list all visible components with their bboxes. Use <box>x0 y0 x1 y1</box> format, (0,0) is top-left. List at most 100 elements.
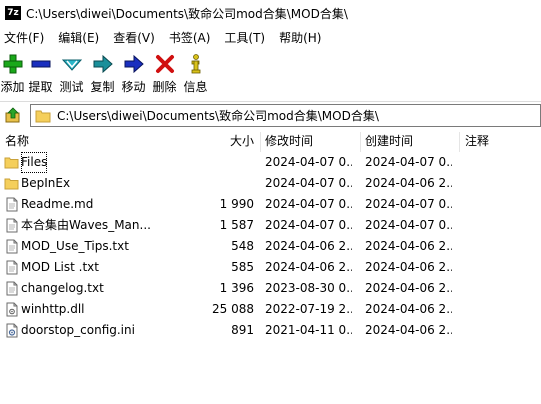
column-comment-header[interactable]: 注释 <box>465 130 489 152</box>
file-name: BepInEx <box>21 176 71 190</box>
column-header-row: 名称 大小 修改时间 创建时间 注释 <box>0 130 541 152</box>
file-modified: 2022-07-19 2... <box>265 302 352 316</box>
extract-button[interactable]: 提取 <box>25 50 56 95</box>
move-button[interactable]: 移动 <box>118 50 149 95</box>
file-created: 2024-04-06 2... <box>365 260 452 274</box>
file-modified: 2024-04-07 0... <box>265 218 352 232</box>
file-name: doorstop_config.ini <box>21 323 135 337</box>
file-name: MOD_Use_Tips.txt <box>21 239 129 253</box>
file-size <box>158 152 254 173</box>
test-label: 测试 <box>59 80 84 94</box>
info-icon <box>191 54 200 74</box>
app-7zip-icon: 7z <box>5 6 21 20</box>
copy-button[interactable]: 复制 <box>87 50 118 95</box>
delete-icon <box>155 55 174 73</box>
copy-label: 复制 <box>90 80 115 94</box>
file-size <box>158 173 254 194</box>
extract-icon <box>31 60 50 68</box>
file-modified: 2021-04-11 0... <box>265 323 352 337</box>
add-icon <box>3 54 22 74</box>
file-name: winhttp.dll <box>21 302 85 316</box>
title-bar: 7z C:\Users\diwei\Documents\致命公司mod合集\MO… <box>0 0 541 26</box>
config-file-icon <box>6 323 18 338</box>
column-modified-header[interactable]: 修改时间 <box>265 130 313 152</box>
file-created: 2024-04-06 2... <box>365 281 452 295</box>
file-row[interactable]: winhttp.dll 25 088 2022-07-19 2... 2024-04-… <box>0 299 541 320</box>
move-label: 移动 <box>121 80 146 94</box>
file-row[interactable]: Readme.md 1 990 2024-04-07 0... 2024-04-07 … <box>0 194 541 215</box>
file-created: 2024-04-07 0... <box>365 155 452 169</box>
file-size: 1 396 <box>219 281 254 295</box>
menu-view[interactable]: 查看(V) <box>109 29 159 46</box>
up-folder-icon <box>5 107 20 123</box>
folder-icon <box>35 110 51 122</box>
column-divider[interactable] <box>360 132 361 152</box>
file-created: 2024-04-07 0... <box>365 218 452 232</box>
file-created: 2024-04-06 2... <box>365 239 452 253</box>
file-name: Files <box>21 152 47 173</box>
file-modified: 2023-08-30 0... <box>265 281 352 295</box>
file-size: 1 587 <box>219 218 254 232</box>
file-row[interactable]: changelog.txt 1 396 2023-08-30 0... 2024-04… <box>0 278 541 299</box>
delete-button[interactable]: 删除 <box>149 50 180 95</box>
column-name-header[interactable]: 名称 <box>5 130 29 152</box>
info-button[interactable]: 信息 <box>180 50 211 95</box>
file-created: 2024-04-07 0... <box>365 197 452 211</box>
window-title: C:\Users\diwei\Documents\致命公司mod合集\MOD合集… <box>26 6 348 21</box>
test-button[interactable]: 测试 <box>56 50 87 95</box>
file-row[interactable]: BepInEx 2024-04-07 0... 2024-04-06 2... <box>0 173 541 194</box>
column-size-header[interactable]: 大小 <box>218 130 254 152</box>
file-icon <box>6 218 18 233</box>
file-size: 585 <box>231 260 254 274</box>
file-icon <box>6 260 18 275</box>
file-name: MOD List .txt <box>21 260 99 274</box>
file-row[interactable]: Files 2024-04-07 0... 2024-04-07 0... <box>0 152 541 173</box>
file-row[interactable]: 本合集由Waves_Man... 1 587 2024-04-07 0... 2024… <box>0 215 541 236</box>
address-path: C:\Users\diwei\Documents\致命公司mod合集\MOD合集… <box>57 109 379 123</box>
file-icon <box>6 281 18 296</box>
file-list: 名称 大小 修改时间 创建时间 注释 Files 2024-04-07 0... 2… <box>0 130 541 404</box>
file-row[interactable]: doorstop_config.ini 891 2021-04-11 0... 202… <box>0 320 541 341</box>
add-label: 添加 <box>0 80 25 94</box>
folder-icon <box>4 178 19 190</box>
file-modified: 2024-04-07 0... <box>265 155 352 169</box>
copy-icon <box>93 54 113 74</box>
file-modified: 2024-04-07 0... <box>265 197 352 211</box>
menu-edit[interactable]: 编辑(E) <box>54 29 103 46</box>
file-size: 891 <box>231 323 254 337</box>
extract-label: 提取 <box>28 80 53 94</box>
file-created: 2024-04-06 2... <box>365 323 452 337</box>
file-created: 2024-04-06 2... <box>365 302 452 316</box>
menu-tools[interactable]: 工具(T) <box>220 29 269 46</box>
menu-file[interactable]: 文件(F) <box>0 29 48 46</box>
menu-bar: 文件(F) 编辑(E) 查看(V) 书签(A) 工具(T) 帮助(H) <box>0 26 541 48</box>
folder-icon <box>4 157 19 169</box>
move-icon <box>124 54 144 74</box>
test-icon <box>61 59 82 71</box>
menu-bookmarks[interactable]: 书签(A) <box>165 29 215 46</box>
column-divider[interactable] <box>459 132 460 152</box>
add-button[interactable]: 添加 <box>0 50 25 95</box>
address-input[interactable]: C:\Users\diwei\Documents\致命公司mod合集\MOD合集… <box>30 104 541 127</box>
file-row[interactable]: MOD_Use_Tips.txt 548 2024-04-06 2... 2024-0… <box>0 236 541 257</box>
delete-label: 删除 <box>152 80 177 94</box>
column-divider[interactable] <box>260 132 261 152</box>
toolbar: 添加 提取 测试 复制 移动 删除 信息 <box>0 50 541 98</box>
dll-file-icon <box>6 302 18 317</box>
file-size: 548 <box>231 239 254 253</box>
file-size: 25 088 <box>212 302 254 316</box>
file-row[interactable]: MOD List .txt 585 2024-04-06 2... 2024-04-0… <box>0 257 541 278</box>
file-icon <box>6 197 18 212</box>
file-name: changelog.txt <box>21 281 104 295</box>
file-modified: 2024-04-07 0... <box>265 176 352 190</box>
file-icon <box>6 239 18 254</box>
up-folder-button[interactable] <box>2 104 24 126</box>
file-modified: 2024-04-06 2... <box>265 260 352 274</box>
file-name: Readme.md <box>21 197 94 211</box>
info-label: 信息 <box>183 80 208 94</box>
menu-help[interactable]: 帮助(H) <box>275 29 325 46</box>
column-created-header[interactable]: 创建时间 <box>365 130 413 152</box>
address-bar: C:\Users\diwei\Documents\致命公司mod合集\MOD合集… <box>0 101 541 128</box>
file-size: 1 990 <box>219 197 254 211</box>
file-name: 本合集由Waves_Man... <box>21 218 151 232</box>
